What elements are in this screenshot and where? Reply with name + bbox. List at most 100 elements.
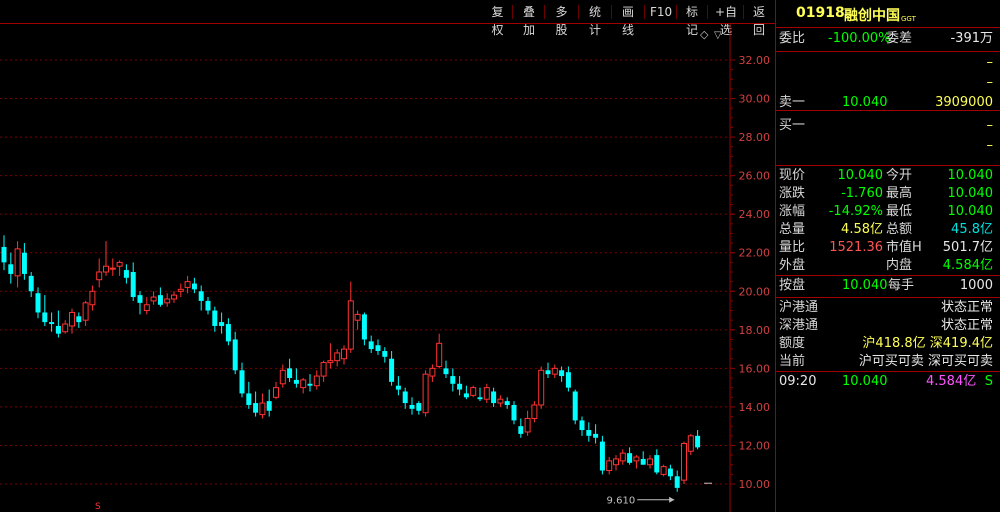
y-tick-label: 28.00 [739,131,771,144]
candle-body [76,316,82,323]
candle-body [416,403,422,411]
candle-body [409,404,415,409]
toolbar-button-5[interactable]: F10 [646,3,675,21]
order-ratio-value: -100.00% [828,31,891,46]
candle-body [273,387,279,398]
candle-body [253,403,259,413]
quote-value: 4.58亿 [841,222,883,237]
candle-body [395,385,401,390]
quote-label: 总额 [886,222,913,237]
candle-body [232,339,238,371]
candle-body [470,387,477,396]
candle-body [674,476,680,488]
y-tick-label: 32.00 [739,54,771,67]
candle-body [109,267,116,270]
candle-body [457,383,463,390]
toolbar-button-6[interactable]: 标记 [678,3,706,37]
toolbar-button-1[interactable]: 叠加 [514,3,544,37]
quote-value: -1.760 [841,186,883,201]
candle-body [429,367,436,377]
divider [776,275,1000,276]
candle-body [347,300,354,350]
toolbar-separator [644,5,645,19]
candle-body [259,402,266,416]
candle-body [382,351,388,357]
stock-name: 融创中国 [844,8,900,24]
candle-body [219,322,225,326]
diamond-icon: ◇ [700,28,709,41]
candle-body [116,261,123,267]
stock-code: 01918 [796,5,845,21]
toolbar-button-3[interactable]: 统计 [580,3,610,37]
candle-body [164,298,171,304]
quote-row: 量比 1521.36 市值H 501.7亿 [776,239,1000,257]
candle-body [436,342,443,367]
toolbar-separator [578,5,579,19]
order-diff-value: -391万 [950,31,993,46]
kline-chart[interactable]: 32.00 30.00 28.00 26.00 24.00 22.00 20.00 18.00… [0,24,775,512]
candle-body [62,323,69,333]
candle-body [300,379,307,389]
quote-value: 4.584亿 [942,258,993,273]
quote-label: 最低 [886,204,913,219]
quote-row: 涨跌 -1.760 最高 10.040 [776,185,1000,203]
candle-body [695,435,701,448]
candle-body [205,300,211,311]
bid-row: 买一 – [776,117,1000,135]
toolbar-button-8[interactable]: 返回 [745,3,773,37]
candle-body [103,265,109,273]
candle-body [8,264,14,274]
bid-row: – [776,137,1000,155]
quote-label: 总量 [779,222,806,237]
candle-body [96,271,103,281]
candle-body [579,420,585,431]
candle-body [633,456,640,462]
candle-body [157,295,163,305]
toolbar-button-2[interactable]: 多股 [546,3,577,37]
candle-body [354,313,361,321]
candle-body [524,417,531,433]
stock-tag: GGT [901,15,916,23]
candle-body [320,362,327,377]
candle-body [327,360,334,364]
y-tick-label: 10.00 [739,478,771,491]
quote-label: 现价 [779,168,806,183]
bid-volume: – [986,118,994,133]
lot-row: 按盘 10.040 每手 1000 [776,277,1000,295]
toolbar-button-4[interactable]: 画线 [613,3,643,37]
candle-body [647,458,653,466]
connect-label: 沪港通 [779,300,819,315]
candle-body [389,358,395,382]
candle-body [225,324,231,342]
candle-body [239,370,245,394]
candle-body [538,369,545,406]
toolbar-separator [743,5,744,19]
candle-body [518,426,524,434]
candle-body [660,466,667,475]
quote-label: 涨跌 [779,186,806,201]
app-window: 复权 叠加 多股 统计 画线 F10 标记 +自选 返回 32.00 30.00 28.00 26.0… [0,0,1000,512]
bid-label: 买一 [779,118,806,133]
toolbar-button-7[interactable]: +自选 [709,3,743,37]
toolbar: 复权 叠加 多股 统计 画线 F10 标记 +自选 返回 [0,0,775,37]
candle-body [619,452,626,462]
connect-label: 额度 [779,336,806,351]
candle-body [313,375,320,387]
quote-label: 市值H [886,240,922,255]
low-marker-label: 9.610 [607,496,636,507]
event-marker: S [95,502,101,512]
tick-side: S [984,374,993,389]
divider [776,51,1000,52]
tick-row: 09:20 10.040 4.584亿 S [776,373,1000,391]
candle-body [28,275,34,292]
tick-volume: 4.584亿 [926,374,977,389]
connect-row: 沪港通 状态正常 [776,299,1000,317]
candle-body [307,383,313,386]
toolbar-button-0[interactable]: 复权 [483,3,512,37]
candle-body [293,379,299,384]
connect-value: 沪418.8亿 深419.4亿 [862,336,993,351]
candle-body [477,397,483,400]
candle-body [341,348,347,360]
y-tick-label: 12.00 [739,439,771,452]
candle-body [667,468,673,477]
